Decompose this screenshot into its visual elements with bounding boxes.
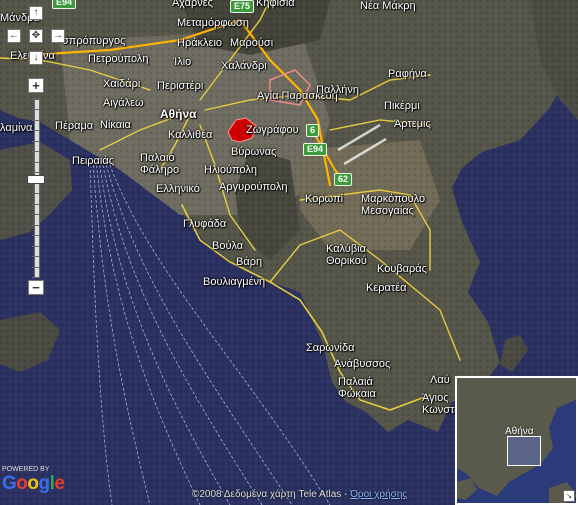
highway-shield-e94-top: E94 <box>52 0 77 9</box>
zoom-tick <box>32 266 40 268</box>
pan-up-button[interactable]: ↑ <box>29 6 43 20</box>
label-chalandri: Χαλάνδρι <box>221 60 267 72</box>
label-palaio-faliro: Παλαιό Φάληρο <box>140 152 180 176</box>
label-argyroupoli: Αργυρούπολη <box>219 181 288 193</box>
label-rafina: Ραφήνα <box>388 68 427 80</box>
label-metamorfosi: Μεταμόρφωση <box>177 17 249 29</box>
zoom-tick <box>32 119 40 121</box>
pan-right-button[interactable]: → <box>51 29 65 43</box>
zoom-tick <box>32 235 40 237</box>
label-elliniko: Ελληνικό <box>156 183 200 195</box>
label-petroupoli: Πετρούπολη <box>88 53 149 65</box>
label-vyronas: Βύρωνας <box>231 146 277 158</box>
google-logo-letter: e <box>54 473 65 494</box>
label-kouvaras: Κουβαράς <box>377 263 427 275</box>
zoom-tick <box>32 161 40 163</box>
label-nikaia: Νίκαια <box>100 119 131 131</box>
google-logo-letter: o <box>27 473 39 494</box>
label-artemis: Άρτεμις <box>394 118 431 130</box>
zoom-tick <box>32 203 40 205</box>
label-markopoulo: Μαρκόπουλο Μεσογαίας <box>361 193 426 217</box>
google-logo[interactable]: POWERED BY Google <box>2 466 65 494</box>
zoom-out-button[interactable]: − <box>28 280 44 295</box>
highway-shield-6: 6 <box>306 124 320 137</box>
label-peiraias: Πειραιάς <box>72 155 115 167</box>
label-anavyssos: Ανάβυσσος <box>334 358 391 370</box>
label-vouliagmeni: Βουλιαγμένη <box>203 276 266 288</box>
google-logo-wordmark: Google <box>2 473 65 494</box>
label-zografou: Ζωγράφου <box>246 124 299 136</box>
zoom-in-button[interactable]: + <box>28 78 44 93</box>
copyright-bar: ©2008 Δεδομένα χάρτη Tele Atlas - Όροι χ… <box>192 489 407 500</box>
overview-toggle-button[interactable]: ↘ <box>563 490 575 502</box>
google-logo-letter: G <box>2 473 17 494</box>
label-koropi: Κορωπί <box>305 193 344 205</box>
label-vari: Βάρη <box>236 256 263 268</box>
highway-shield-e94: E94 <box>303 143 328 156</box>
google-logo-letter: o <box>16 473 28 494</box>
zoom-tick <box>32 245 40 247</box>
label-aigaleo: Αιγάλεω <box>103 97 144 109</box>
label-keratea: Κερατέα <box>366 282 407 294</box>
zoom-tick <box>32 151 40 153</box>
pan-center-button[interactable]: ✥ <box>29 29 43 43</box>
copyright-text: ©2008 Δεδομένα χάρτη Tele Atlas - <box>192 489 351 500</box>
zoom-tick <box>32 277 40 278</box>
label-aspropyrgos: σπρόπυργος <box>62 35 126 47</box>
label-salamina: λαμίνα <box>0 122 33 134</box>
label-athina: Αθήνα <box>160 107 197 121</box>
zoom-slider-handle[interactable] <box>27 174 45 184</box>
label-chaidari: Χαϊδάρι <box>103 78 141 90</box>
zoom-tick <box>32 99 40 100</box>
overview-viewport-box[interactable] <box>507 436 541 466</box>
label-ilio: Ίλιο <box>173 56 192 68</box>
highway-shield-62: 62 <box>334 173 353 186</box>
label-irakleio: Ηράκλειο <box>177 37 223 49</box>
zoom-tick <box>32 109 40 111</box>
zoom-tick <box>32 224 40 226</box>
zoom-slider-track[interactable] <box>32 98 40 278</box>
label-marousi: Μαρούσι <box>230 37 274 49</box>
zoom-tick <box>32 256 40 258</box>
overview-map[interactable]: Αθήνα ↘ <box>455 376 578 505</box>
label-pikermi: Πικέρμι <box>384 100 420 112</box>
zoom-tick <box>32 172 40 174</box>
label-peristeri: Περιστέρι <box>157 80 204 92</box>
label-pallini: Παλλήνη <box>316 84 360 96</box>
highway-shield-e75: E75 <box>230 0 255 13</box>
label-kalyvia: Καλύβια Θορικού <box>326 243 367 267</box>
zoom-tick <box>32 214 40 216</box>
zoom-tick <box>32 193 40 195</box>
zoom-tick <box>32 130 40 132</box>
label-perama: Πέραμα <box>55 120 94 132</box>
pan-left-button[interactable]: ← <box>7 29 21 43</box>
pan-down-button[interactable]: ↓ <box>29 51 43 65</box>
label-kallithea: Καλλιθέα <box>168 129 213 141</box>
zoom-tick <box>32 140 40 142</box>
google-logo-letter: g <box>38 473 51 494</box>
label-kifisia: Κηφισιά <box>256 0 295 9</box>
label-acharnes: Αχαρνές <box>172 0 213 9</box>
label-nea-makri: Νέα Μάκρη <box>360 0 416 12</box>
label-lavrio: Λαύ <box>430 374 450 386</box>
label-voula: Βούλα <box>212 240 244 252</box>
label-saronida: Σαρωνίδα <box>306 342 355 354</box>
terms-link[interactable]: Όροι χρήσης <box>350 489 407 500</box>
label-glyfada: Γλυφάδα <box>183 218 227 230</box>
label-palaia-fokaia: Παλαιά Φώκαια <box>338 376 376 400</box>
label-ilioupoli: Ηλιούπολη <box>204 164 257 176</box>
